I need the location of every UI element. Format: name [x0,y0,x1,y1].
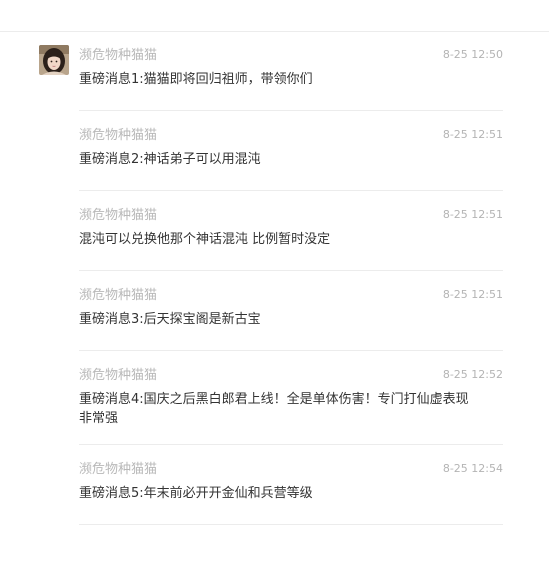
comment-sender[interactable]: 濒危物种猫猫 [79,462,157,478]
user-avatar[interactable] [39,45,69,75]
comment-divider [79,524,503,525]
comment-time: 8-25 12:51 [442,128,503,141]
comment-divider [79,270,503,271]
avatar-image [39,45,69,75]
comment-sender[interactable]: 濒危物种猫猫 [79,48,157,64]
comment-text: 重磅消息2:神话弟子可以用混沌 [79,152,261,167]
comment-text: 重磅消息5:年末前必开开金仙和兵营等级 [79,486,313,501]
comment-divider [79,110,503,111]
comment-sender[interactable]: 濒危物种猫猫 [79,208,157,224]
comment-time: 8-25 12:52 [442,368,503,381]
comment-sender[interactable]: 濒危物种猫猫 [79,368,157,384]
comment-time: 8-25 12:51 [442,208,503,221]
comment-divider [79,444,503,445]
comment-text: 重磅消息1:猫猫即将回归祖师，带领你们 [79,72,313,87]
comment-time: 8-25 12:51 [442,288,503,301]
comment-time: 8-25 12:54 [442,462,503,475]
comment-text: 重磅消息4:国庆之后黑白郎君上线！全是单体伤害！专门打仙虚表现非常强 [79,392,469,426]
comment-text: 混沌可以兑换他那个神话混沌 比例暂时没定 [79,232,331,247]
comment-time: 8-25 12:50 [442,48,503,61]
comment-divider [79,350,503,351]
comment-text: 重磅消息3:后天探宝阁是新古宝 [79,312,261,327]
comment-sender[interactable]: 濒危物种猫猫 [79,128,157,144]
top-divider [0,31,549,32]
comment-sender[interactable]: 濒危物种猫猫 [79,288,157,304]
comment-divider [79,190,503,191]
